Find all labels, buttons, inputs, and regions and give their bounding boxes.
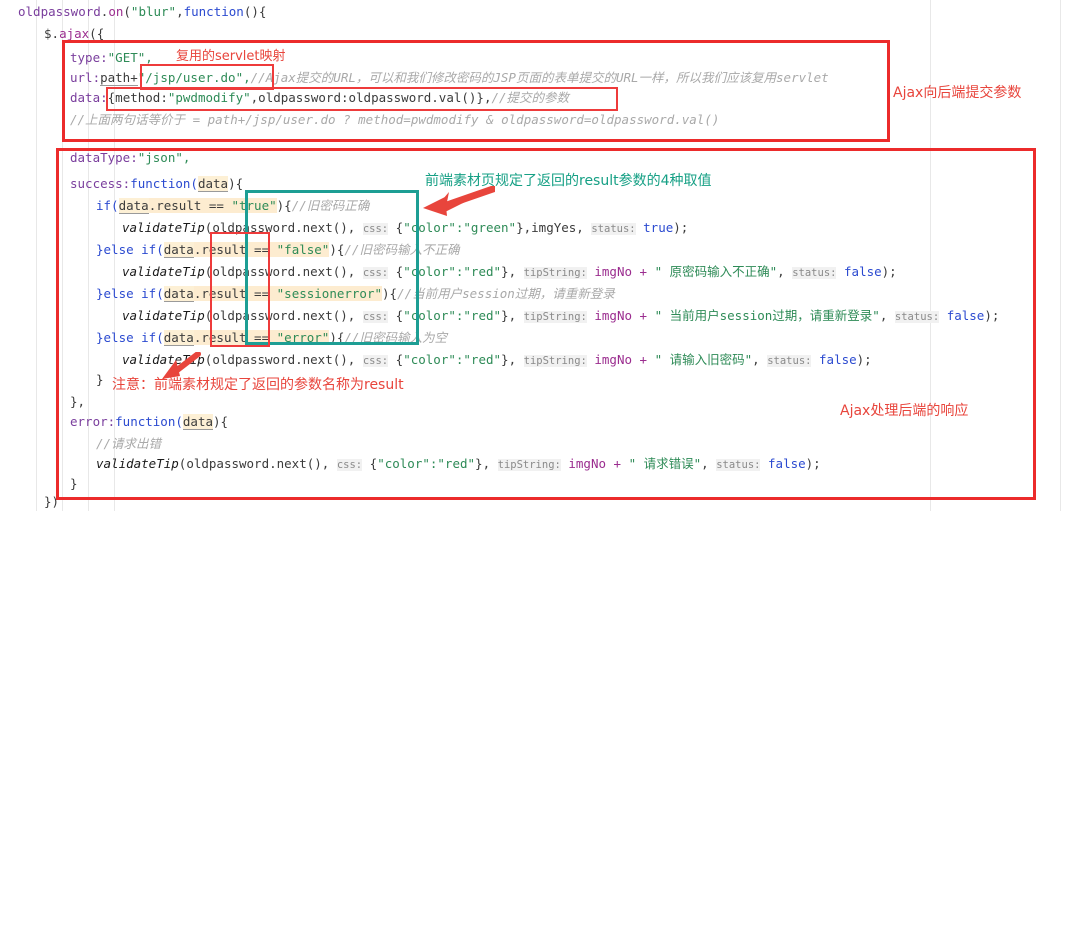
right-edge-guide (1060, 0, 1061, 511)
annotation-handle-response-label: Ajax处理后端的响应 (840, 403, 969, 419)
editor-screenshot: oldpassword.on("blur",function(){ $.ajax… (0, 0, 1072, 511)
indent-guide-1 (36, 0, 37, 511)
annotation-box-result-key (210, 232, 270, 347)
code-block: oldpassword.on("blur",function(){ $.ajax… (0, 0, 999, 940)
annotation-box-data-params (106, 87, 618, 111)
code-line-1: oldpassword.on("blur",function(){ (18, 4, 267, 19)
annotation-submit-params-label: Ajax向后端提交参数 (893, 85, 1022, 101)
arrow-to-result-box (423, 186, 495, 216)
arrow-to-result-keyword (162, 352, 201, 379)
annotation-box-result-values (245, 190, 419, 345)
annotation-param-name-note: 注意：前端素材规定了返回的参数名称为result (112, 377, 404, 393)
annotation-box-response-handler (56, 148, 1036, 500)
